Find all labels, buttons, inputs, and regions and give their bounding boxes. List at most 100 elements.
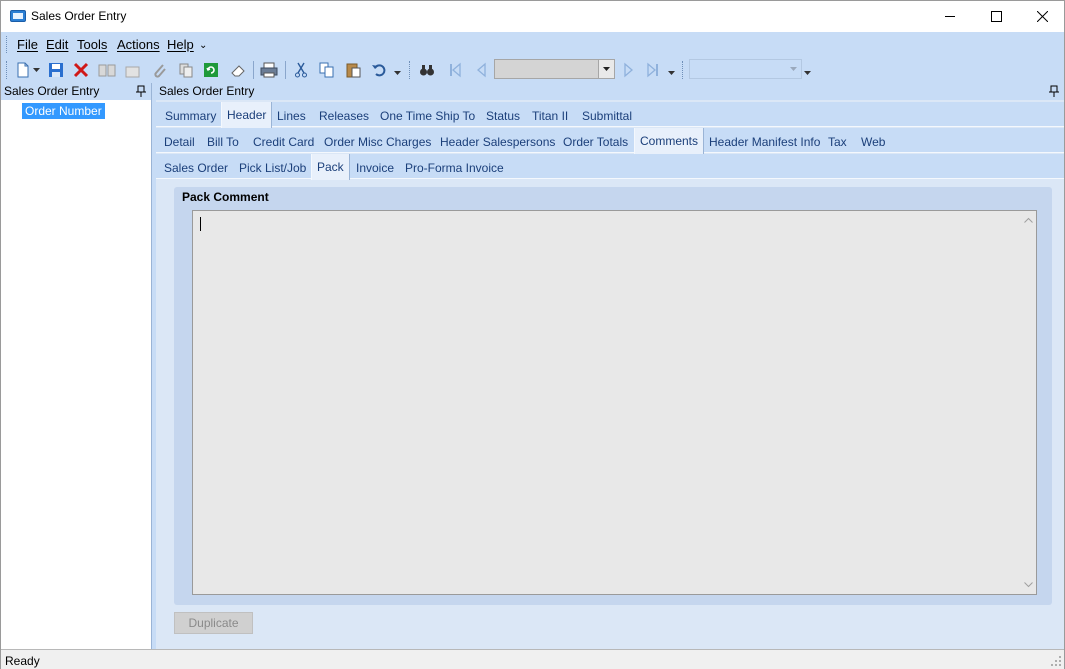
- tab-credit-card[interactable]: Credit Card: [253, 135, 314, 149]
- tab-header-manifest-info[interactable]: Header Manifest Info: [709, 135, 820, 149]
- chevron-down-icon: [1023, 582, 1033, 588]
- tab-header[interactable]: Header: [221, 102, 273, 128]
- tab-titan-ii[interactable]: Titan II: [532, 109, 568, 123]
- title-bar: Sales Order Entry: [1, 1, 1064, 32]
- last-record-button[interactable]: [643, 60, 663, 80]
- secondary-combo[interactable]: [689, 59, 802, 79]
- cut-button[interactable]: [291, 60, 311, 80]
- undo-dropdown-button[interactable]: [392, 60, 402, 80]
- find-button[interactable]: [417, 60, 437, 80]
- tab-releases[interactable]: Releases: [319, 109, 369, 123]
- refresh-button[interactable]: [201, 60, 221, 80]
- tabrow-level3: Sales Order Pick List/Job Pack Invoice P…: [156, 154, 1064, 180]
- notes-button[interactable]: [122, 60, 142, 80]
- app-window: Sales Order Entry File Edit Tools Action…: [0, 0, 1065, 669]
- tree-item-order-number[interactable]: Order Number: [22, 103, 105, 119]
- record-navigation-combo[interactable]: [494, 59, 615, 79]
- tab-summary[interactable]: Summary: [165, 109, 216, 123]
- navigation-pane: Sales Order Entry Order Number: [1, 83, 152, 649]
- command-band: File Edit Tools Actions Help ⌄: [1, 32, 1064, 83]
- paste-button[interactable]: [343, 60, 363, 80]
- secondary-combo-dropdown-button[interactable]: [785, 60, 801, 78]
- toolbar-grip[interactable]: [6, 61, 9, 79]
- save-button[interactable]: [46, 60, 66, 80]
- dropdown-arrow-icon: [603, 67, 610, 71]
- previous-record-button[interactable]: [471, 60, 491, 80]
- delete-x-icon: [73, 62, 89, 78]
- tab-pro-forma-invoice[interactable]: Pro-Forma Invoice: [405, 161, 504, 175]
- first-record-button[interactable]: [445, 60, 465, 80]
- next-record-icon: [624, 62, 633, 78]
- open-book-button[interactable]: [97, 60, 117, 80]
- copy-record-button[interactable]: [176, 60, 196, 80]
- tab-header-salespersons[interactable]: Header Salespersons: [440, 135, 555, 149]
- tab-pick-list-job[interactable]: Pick List/Job: [239, 161, 306, 175]
- app-icon: [10, 10, 26, 22]
- menu-tools[interactable]: Tools: [77, 37, 107, 52]
- tab-pack[interactable]: Pack: [311, 154, 350, 180]
- tab-order-misc-charges[interactable]: Order Misc Charges: [324, 135, 431, 149]
- toolbar: [1, 57, 1064, 83]
- duplicate-button[interactable]: Duplicate: [174, 612, 253, 634]
- navigation-pane-title: Sales Order Entry: [4, 84, 100, 98]
- resize-grip-icon[interactable]: [1050, 655, 1062, 667]
- attach-button[interactable]: [149, 60, 169, 80]
- toolbar-grip[interactable]: [682, 61, 685, 79]
- navigation-overflow-button[interactable]: [666, 60, 676, 80]
- menu-overflow-chevron-icon[interactable]: ⌄: [199, 40, 207, 51]
- tab-order-totals[interactable]: Order Totals: [563, 135, 628, 149]
- printer-icon: [260, 62, 278, 78]
- maximize-icon: [990, 11, 1002, 22]
- pin-icon[interactable]: [1049, 85, 1059, 97]
- toolbar-grip[interactable]: [409, 61, 412, 79]
- tab-comments[interactable]: Comments: [634, 128, 705, 154]
- menu-actions[interactable]: Actions: [117, 37, 160, 52]
- close-button[interactable]: [1019, 1, 1065, 32]
- tab-status[interactable]: Status: [486, 109, 520, 123]
- delete-button[interactable]: [71, 60, 91, 80]
- undo-arrow-icon: [372, 64, 386, 77]
- tab-invoice[interactable]: Invoice: [356, 161, 394, 175]
- content-pane-title: Sales Order Entry: [159, 84, 255, 98]
- record-navigation-dropdown-button[interactable]: [598, 60, 614, 78]
- new-dropdown-button[interactable]: [31, 60, 41, 80]
- next-record-button[interactable]: [619, 60, 639, 80]
- close-icon: [1036, 11, 1048, 22]
- scroll-up-button[interactable]: [1022, 215, 1034, 225]
- menu-file[interactable]: File: [17, 37, 38, 52]
- clear-button[interactable]: [228, 60, 248, 80]
- copy-button[interactable]: [317, 60, 337, 80]
- menu-grip[interactable]: [6, 36, 9, 53]
- toolbar-separator: [285, 61, 286, 79]
- new-button[interactable]: [13, 60, 33, 80]
- menu-help[interactable]: Help: [167, 37, 194, 52]
- tab-lines[interactable]: Lines: [277, 109, 306, 123]
- undo-button[interactable]: [369, 60, 389, 80]
- pin-icon[interactable]: [136, 85, 146, 97]
- notepad-icon: [125, 66, 140, 78]
- tab-tax[interactable]: Tax: [828, 135, 847, 149]
- navigation-pane-header: Sales Order Entry: [1, 83, 151, 100]
- tab-submittal[interactable]: Submittal: [582, 109, 632, 123]
- minimize-button[interactable]: [927, 1, 973, 32]
- pack-comment-textarea[interactable]: [192, 210, 1037, 595]
- toolbar-overflow-button[interactable]: [802, 60, 812, 80]
- eraser-icon: [231, 65, 245, 77]
- print-button[interactable]: [259, 60, 279, 80]
- menu-edit[interactable]: Edit: [46, 37, 68, 52]
- tabrow-level1: Summary Header Lines Releases One Time S…: [156, 102, 1064, 128]
- tab-detail[interactable]: Detail: [164, 135, 195, 149]
- scroll-down-button[interactable]: [1022, 580, 1034, 590]
- binoculars-icon: [420, 65, 434, 76]
- menu-bar: File Edit Tools Actions Help ⌄: [1, 32, 1064, 57]
- text-caret: [200, 217, 201, 231]
- tab-one-time-ship-to[interactable]: One Time Ship To: [380, 109, 475, 123]
- window-title: Sales Order Entry: [31, 9, 127, 23]
- tab-sales-order[interactable]: Sales Order: [164, 161, 228, 175]
- tab-bill-to[interactable]: Bill To: [207, 135, 239, 149]
- chevron-up-icon: [1023, 217, 1033, 223]
- tab-web[interactable]: Web: [861, 135, 885, 149]
- content-pane-header: Sales Order Entry: [156, 83, 1064, 100]
- maximize-button[interactable]: [973, 1, 1019, 32]
- toolbar-separator: [253, 61, 254, 79]
